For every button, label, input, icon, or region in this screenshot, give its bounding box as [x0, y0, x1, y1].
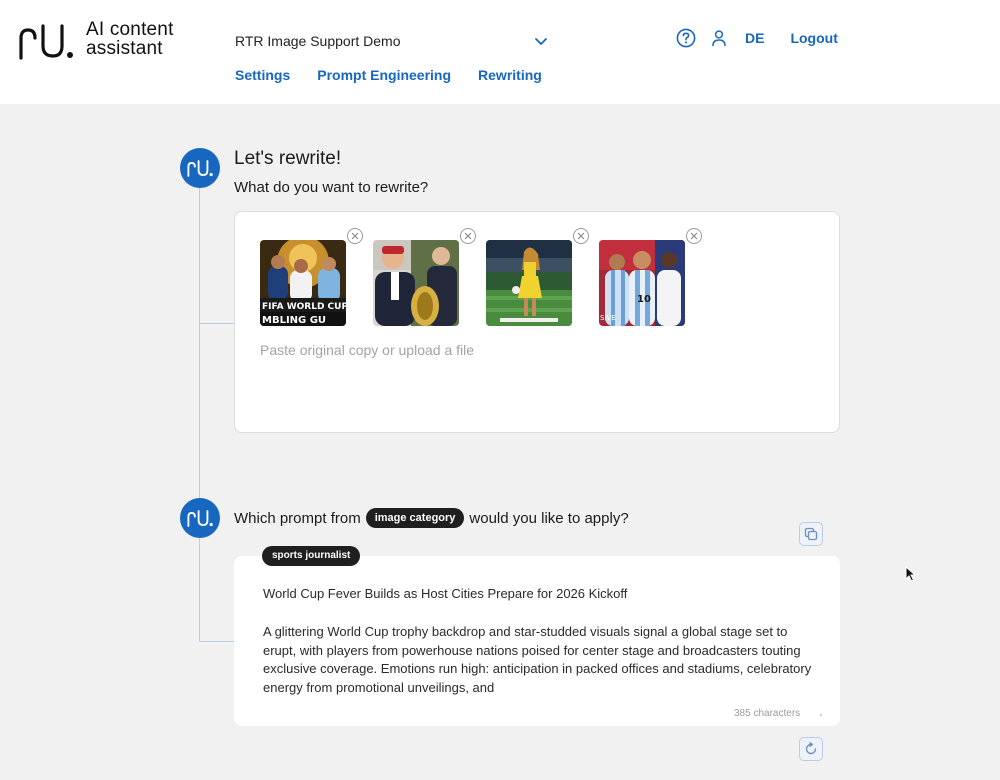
remove-image-1-icon[interactable]: [347, 228, 363, 244]
uploaded-image-4[interactable]: 10 SIVE: [599, 240, 685, 326]
output-title: World Cup Fever Builds as Host Cities Pr…: [263, 586, 628, 601]
character-count: 385 characters: [734, 708, 801, 719]
svg-text:SIVE: SIVE: [600, 314, 616, 322]
nav-rewriting[interactable]: Rewriting: [478, 67, 542, 83]
status-dot: [820, 714, 822, 716]
project-select-value: RTR Image Support Demo: [235, 33, 401, 49]
uploaded-image-1[interactable]: FIFA WORLD CUP MBLING GU: [260, 240, 346, 326]
app-logo[interactable]: AI content assistant: [18, 20, 174, 60]
question-prefix: Which prompt from: [234, 509, 361, 527]
timeline-branch-1: [199, 323, 235, 324]
question-suffix: would you like to apply?: [469, 509, 629, 527]
chevron-down-icon: [535, 38, 547, 45]
copy-button[interactable]: [799, 522, 823, 546]
remove-image-4-icon[interactable]: [686, 228, 702, 244]
output-body: A glittering World Cup trophy backdrop a…: [263, 624, 812, 695]
source-input-card[interactable]: FIFA WORLD CUP MBLING GU 10 SIVE Paste o…: [234, 211, 840, 433]
uploaded-image-2[interactable]: [373, 240, 459, 326]
remove-image-2-icon[interactable]: [460, 228, 476, 244]
assistant-avatar: [180, 148, 220, 188]
uploaded-image-3[interactable]: [486, 240, 572, 326]
assistant-avatar: [180, 498, 220, 538]
copy-icon: [804, 527, 818, 541]
svg-text:FIFA WORLD CUP: FIFA WORLD CUP: [262, 302, 346, 312]
logo-mark-icon: [19, 24, 73, 60]
language-toggle[interactable]: DE: [745, 30, 764, 46]
logo-line-2: assistant: [86, 38, 163, 59]
main-nav: Settings Prompt Engineering Rewriting: [235, 67, 542, 83]
step1-subtitle: What do you want to rewrite?: [234, 179, 429, 196]
app-header: AI content assistant RTR Image Support D…: [0, 0, 1000, 104]
logo-mark-icon: [187, 510, 213, 527]
timeline-branch-2: [199, 641, 235, 642]
logo-line-1: AI content: [86, 19, 174, 40]
prompt-tag[interactable]: sports journalist: [262, 546, 361, 566]
remove-image-3-icon[interactable]: [573, 228, 589, 244]
step2-question: Which prompt from image category would y…: [234, 508, 629, 528]
logout-link[interactable]: Logout: [790, 30, 837, 46]
prompt-output-card: World Cup Fever Builds as Host Cities Pr…: [234, 556, 840, 726]
nav-prompt-engineering[interactable]: Prompt Engineering: [317, 67, 451, 83]
mouse-cursor-icon: [905, 566, 917, 582]
category-chip[interactable]: image category: [365, 508, 465, 528]
refresh-icon: [805, 742, 817, 755]
timeline-line: [199, 186, 200, 642]
source-text-placeholder[interactable]: Paste original copy or upload a file: [260, 342, 474, 358]
top-actions: DE Logout: [676, 28, 838, 48]
step1-title: Let's rewrite!: [234, 148, 342, 169]
regenerate-button[interactable]: [799, 737, 823, 761]
logo-text: AI content assistant: [86, 20, 174, 58]
svg-text:MBLING GU: MBLING GU: [262, 315, 326, 326]
project-select[interactable]: RTR Image Support Demo: [235, 33, 550, 53]
nav-settings[interactable]: Settings: [235, 67, 290, 83]
help-icon[interactable]: [676, 28, 696, 48]
svg-text:10: 10: [637, 294, 651, 305]
user-icon[interactable]: [711, 29, 727, 47]
logo-mark-icon: [187, 160, 213, 177]
